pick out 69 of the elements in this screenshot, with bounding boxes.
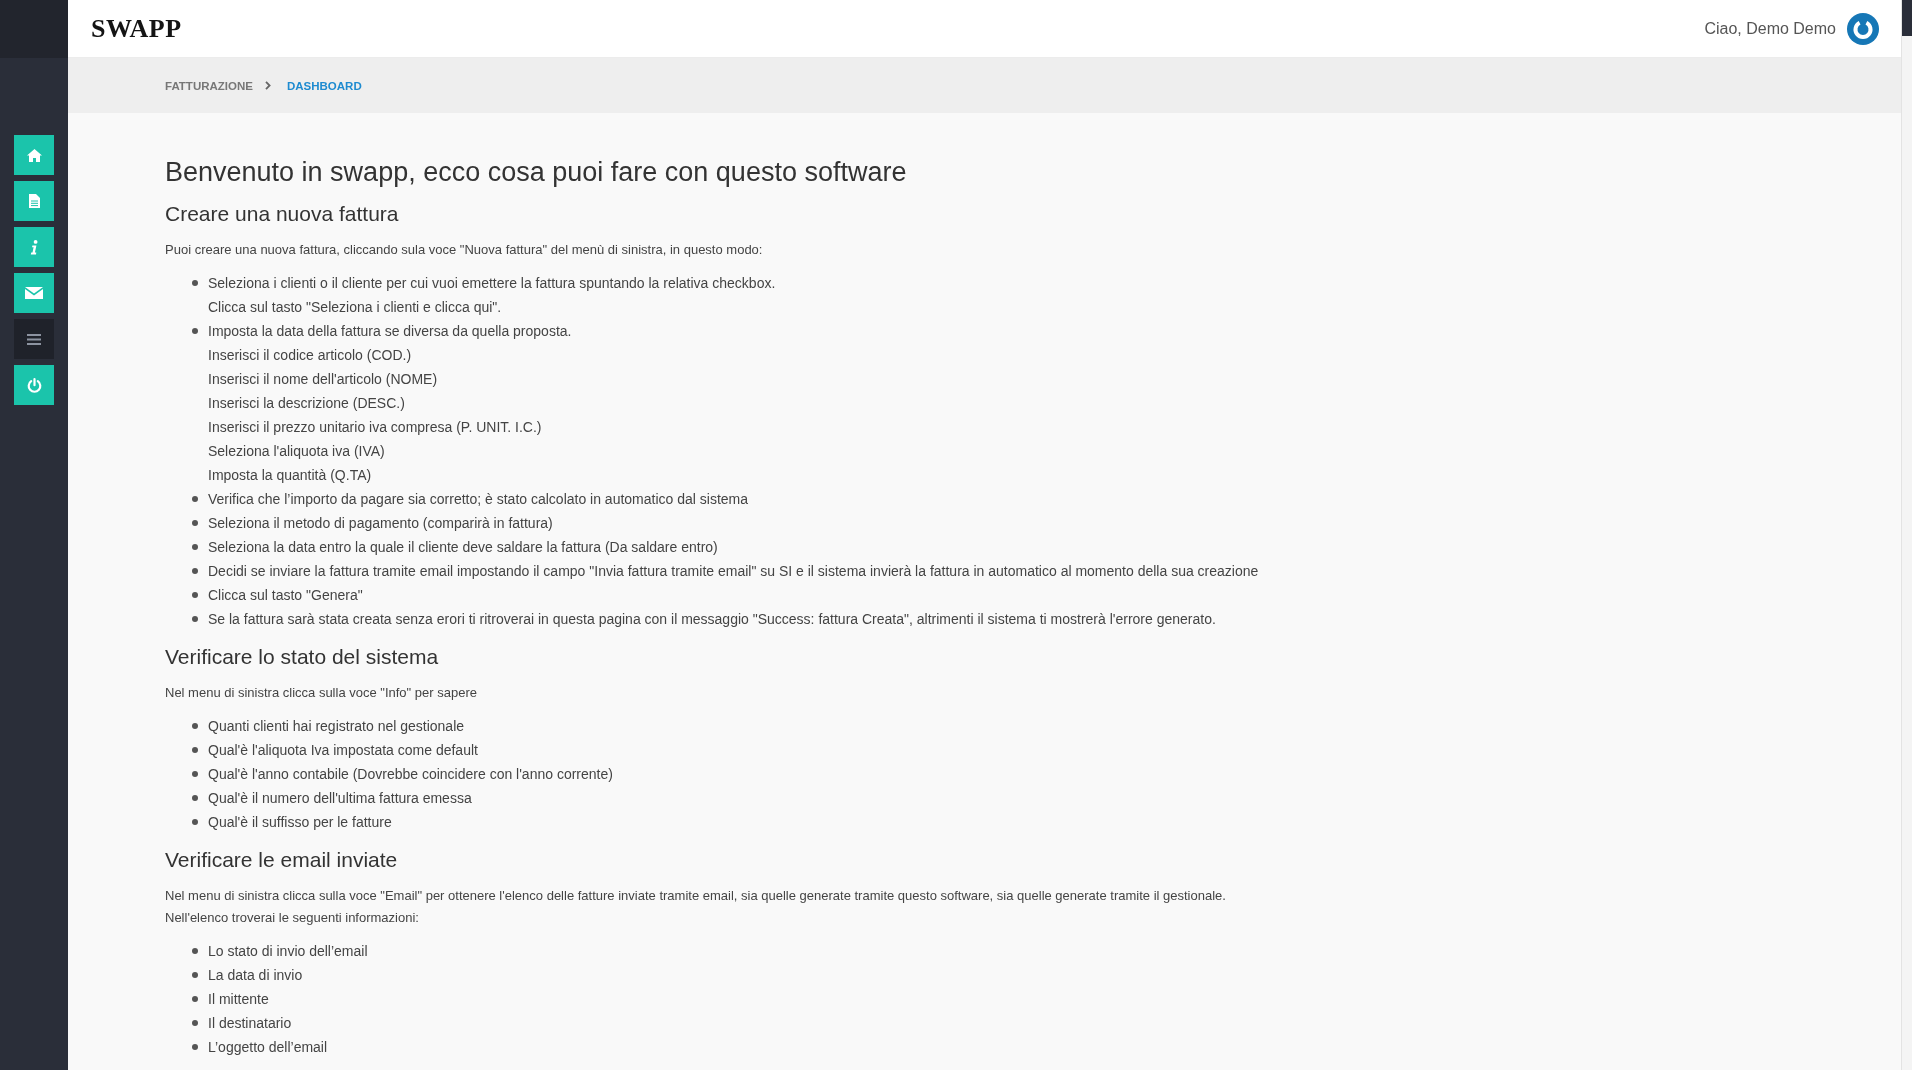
bullet-icon	[192, 568, 198, 574]
section-heading: Verificare le email inviate	[165, 847, 398, 873]
page-title: Benvenuto in swapp, ecco cosa puoi fare con questo software	[165, 156, 907, 188]
menu-button[interactable]	[14, 319, 54, 359]
mail-icon	[25, 287, 43, 299]
greeting-text: Ciao, Demo Demo	[1704, 19, 1836, 38]
document-icon	[28, 194, 40, 208]
list-item-text: Inserisci il nome dell'articolo (NOME)	[208, 370, 438, 389]
power-icon	[26, 377, 42, 393]
list-item-text: Seleziona i clienti o il cliente per cui vuoi emettere la fattura spuntando la relativa checkbox.	[208, 274, 776, 293]
list-item-text: Imposta la quantità (Q.TA)	[208, 466, 372, 485]
document-button[interactable]	[14, 181, 54, 221]
list-item-text: Imposta la data della fattura se diversa da quella proposta.	[208, 322, 572, 341]
list-item-text: Qual'è il suffisso per le fatture	[208, 813, 392, 832]
bullet-icon	[192, 819, 198, 825]
bullet-icon	[192, 747, 198, 753]
section-heading: Verificare lo stato del sistema	[165, 644, 439, 670]
list-item-text: Qual'è il numero dell'ultima fattura emessa	[208, 789, 472, 808]
list-item-text: Qual'è l'aliquota Iva impostata come default	[208, 741, 478, 760]
bullet-icon	[192, 795, 198, 801]
list-item-text: Seleziona la data entro la quale il cliente deve saldare la fattura (Da saldare entro)	[208, 538, 718, 557]
paragraph: Nell'elenco troverai le seguenti informazioni:	[165, 909, 419, 927]
bullet-icon	[192, 328, 198, 334]
list-item-text: Inserisci la descrizione (DESC.)	[208, 394, 405, 413]
mail-button[interactable]	[14, 273, 54, 313]
bullet-icon	[192, 771, 198, 777]
list-item-text: Verifica che l’importo da pagare sia corretto; è stato calcolato in automatico dal sistema	[208, 490, 749, 509]
bullet-icon	[192, 972, 198, 978]
bullet-icon	[192, 948, 198, 954]
list-item-text: Inserisci il prezzo unitario iva compresa (P. UNIT. I.C.)	[208, 418, 542, 437]
list-item-text: Seleziona il metodo di pagamento (comparirà in fattura)	[208, 514, 553, 533]
menu-icon	[27, 333, 41, 345]
section-heading: Creare una nuova fattura	[165, 201, 399, 227]
list-item-text: Inserisci il codice articolo (COD.)	[208, 346, 412, 365]
list-item-text: La data di invio	[208, 966, 303, 985]
bullet-icon	[192, 1044, 198, 1050]
list-item-text: Qual'è l'anno contabile (Dovrebbe coincidere con l'anno corrente)	[208, 765, 613, 784]
breadcrumb-link[interactable]: DASHBOARD	[286, 79, 362, 92]
list-item-text: Il destinatario	[208, 1014, 292, 1033]
bullet-icon	[192, 616, 198, 622]
power-button[interactable]	[14, 365, 54, 405]
chevron-right-icon	[264, 81, 271, 90]
bullet-icon	[192, 996, 198, 1002]
list-item-text: Decidi se inviare la fattura tramite email impostando il campo "Invia fattura tramite email" su SI e il sistema invierà la fattura in automatico al momento della sua creazione	[208, 562, 1259, 581]
home-button[interactable]	[14, 135, 54, 175]
list-item-text: L’oggetto dell’email	[208, 1038, 328, 1057]
bullet-icon	[192, 592, 198, 598]
list-item-text: Se la fattura sarà stata creata senza erori ti ritroverai in questa pagina con il messaggio "Success: fattura Creata", altrimenti il sistema ti mostrerà l'errore generato.	[208, 610, 1216, 629]
bullet-icon	[192, 520, 198, 526]
bullet-icon	[192, 723, 198, 729]
breadcrumb-link[interactable]: FATTURAZIONE	[165, 79, 253, 92]
bullet-icon	[192, 1020, 198, 1026]
list-item-text: Seleziona l'aliquota iva (IVA)	[208, 442, 385, 461]
bullet-icon	[192, 496, 198, 502]
paragraph: Nel menu di sinistra clicca sulla voce "Info" per sapere	[165, 684, 477, 702]
info-button[interactable]	[14, 227, 54, 267]
info-icon	[30, 239, 38, 255]
list-item-text: Lo stato di invio dell’email	[208, 942, 368, 961]
list-item-text: Clicca sul tasto "Seleziona i clienti e clicca qui".	[208, 298, 502, 317]
list-item-text: Il mittente	[208, 990, 269, 1009]
list-item-text: Quanti clienti hai registrato nel gestionale	[208, 717, 465, 736]
paragraph: Nel menu di sinistra clicca sulla voce "Email" per ottenere l'elenco delle fatture inviate tramite email, sia quelle generate tramite questo software, sia quelle generate tramite il gestionale.	[165, 887, 1226, 905]
list-item-text: Clicca sul tasto "Genera"	[208, 586, 363, 605]
app-logo: SWAPP	[91, 13, 182, 44]
home-icon	[26, 148, 42, 162]
power-icon[interactable]	[1847, 12, 1879, 45]
bullet-icon	[192, 280, 198, 286]
bullet-icon	[192, 544, 198, 550]
paragraph: Puoi creare una nuova fattura, cliccando sula voce "Nuova fattura" del menù di sinistra, in questo modo:	[165, 241, 763, 259]
